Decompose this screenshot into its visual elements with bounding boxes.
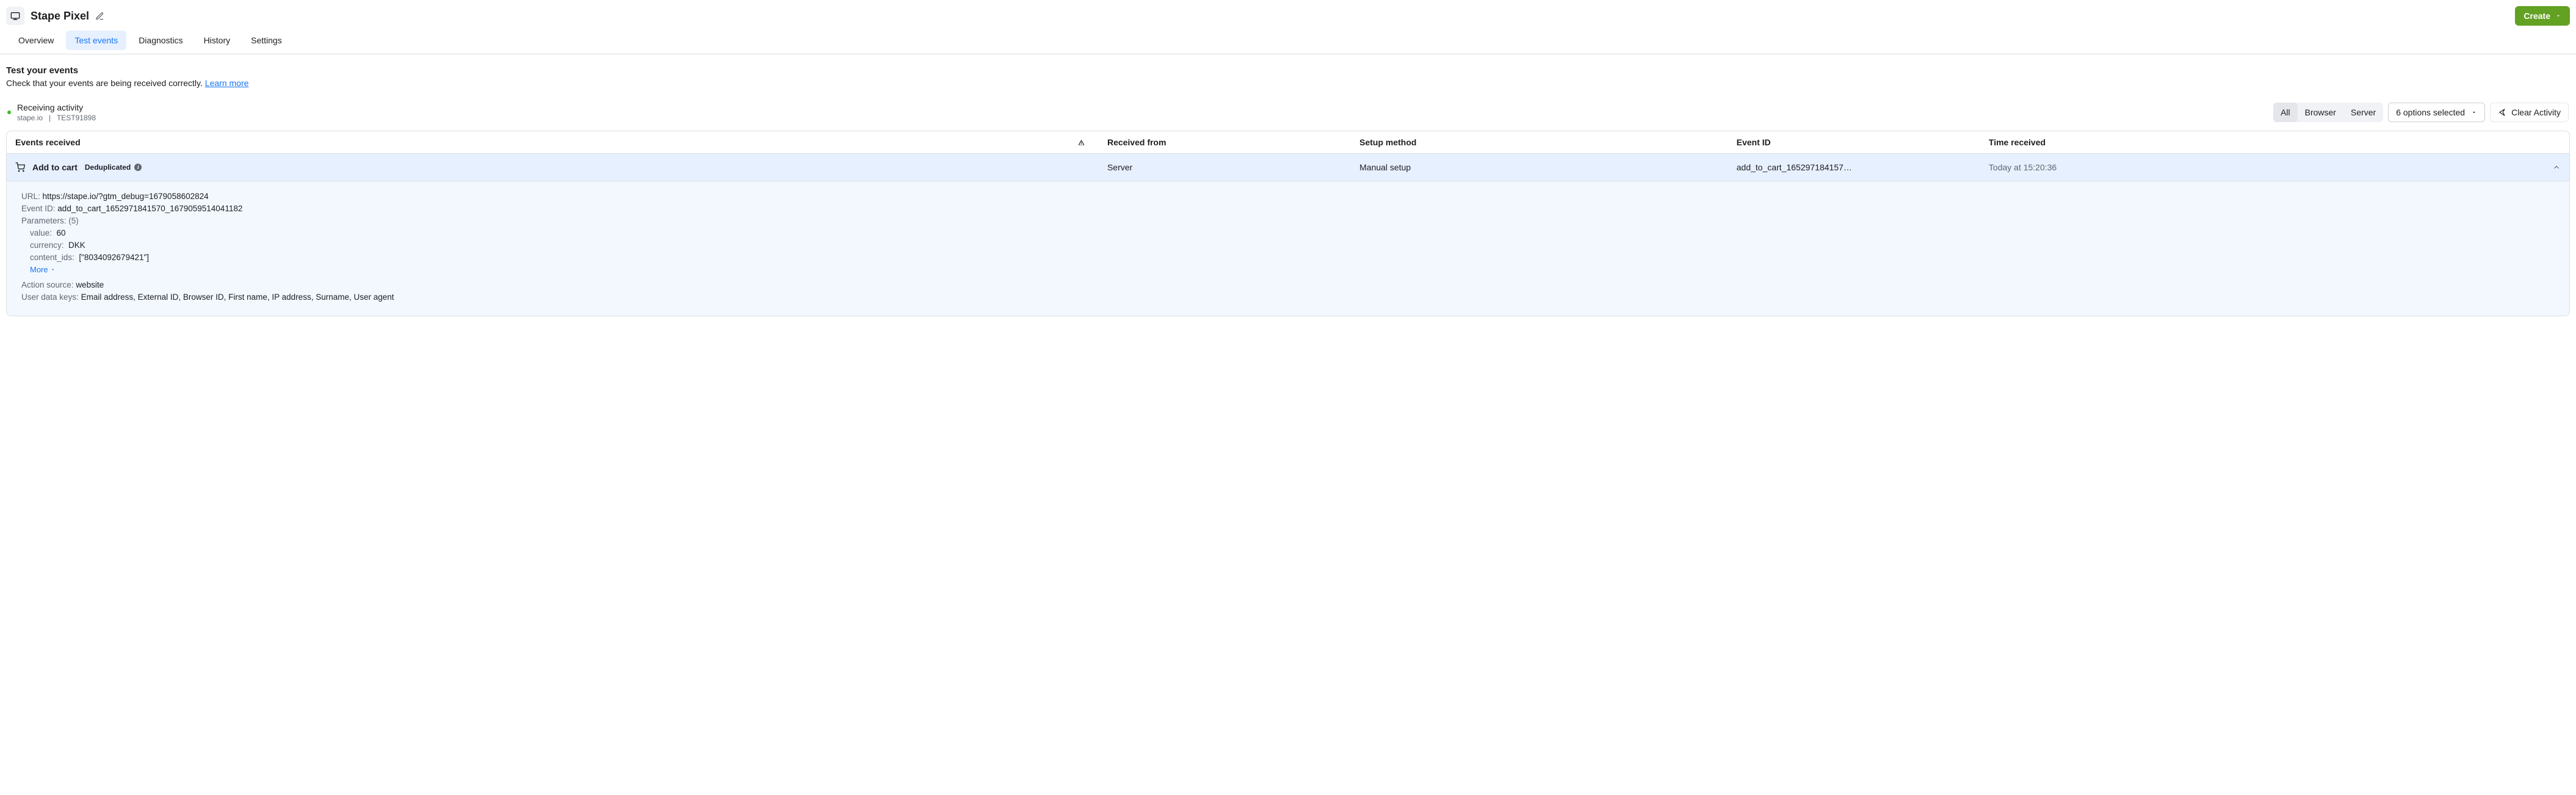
info-icon[interactable]: i (134, 164, 142, 171)
detail-event-id-label: Event ID: (21, 204, 56, 213)
caret-down-icon (2555, 13, 2561, 19)
chevron-up-icon[interactable] (2552, 163, 2561, 172)
filter-all-button[interactable]: All (2273, 103, 2298, 122)
warning-icon (1078, 139, 1085, 146)
activity-test-id: TEST91898 (57, 114, 96, 122)
cell-time-received: Today at 15:20:36 (1989, 162, 2509, 172)
create-button-label: Create (2524, 11, 2550, 21)
detail-user-data-value: Email address, External ID, Browser ID, … (81, 292, 394, 302)
activity-domain: stape.io (17, 114, 43, 122)
event-name: Add to cart (32, 162, 78, 172)
event-row[interactable]: Add to cart Deduplicated i Server Manual… (7, 154, 2569, 181)
more-link-label: More (30, 265, 48, 274)
col-events-received: Events received (15, 137, 1055, 147)
detail-parameters-count: (5) (68, 216, 79, 225)
options-dropdown[interactable]: 6 options selected (2388, 103, 2485, 122)
col-received-from: Received from (1107, 137, 1359, 147)
detail-url-label: URL: (21, 192, 40, 201)
param-value-value: 60 (57, 228, 66, 238)
create-button[interactable]: Create (2515, 6, 2570, 26)
param-value-label: value: (30, 228, 52, 238)
section-description: Check that your events are being receive… (6, 78, 205, 88)
event-details-panel: URL: https://stape.io/?gtm_debug=1679058… (7, 181, 2569, 316)
detail-user-data-label: User data keys: (21, 292, 79, 302)
filter-browser-button[interactable]: Browser (2298, 103, 2343, 122)
status-dot-icon (7, 111, 11, 114)
col-setup-method: Setup method (1359, 137, 1737, 147)
tab-history[interactable]: History (195, 31, 239, 50)
tab-diagnostics[interactable]: Diagnostics (130, 31, 191, 50)
activity-title: Receiving activity (17, 103, 96, 112)
deduplicated-label: Deduplicated (85, 163, 131, 172)
section-title: Test your events (6, 65, 2570, 76)
param-currency-label: currency: (30, 241, 64, 250)
cell-event-id: add_to_cart_165297184157… (1737, 162, 1989, 172)
cart-icon (15, 162, 25, 172)
cell-received-from: Server (1107, 162, 1359, 172)
options-dropdown-label: 6 options selected (2396, 107, 2465, 117)
detail-parameters-label: Parameters: (21, 216, 67, 225)
arrow-icon (2498, 108, 2506, 117)
page-title: Stape Pixel (31, 10, 89, 23)
pixel-icon (6, 7, 24, 25)
clear-activity-label: Clear Activity (2511, 107, 2561, 117)
param-contentids-label: content_ids: (30, 253, 74, 262)
more-link[interactable]: More (30, 265, 2555, 274)
tab-settings[interactable]: Settings (242, 31, 291, 50)
learn-more-link[interactable]: Learn more (205, 78, 249, 88)
cell-setup-method: Manual setup (1359, 162, 1737, 172)
detail-action-source-label: Action source: (21, 280, 74, 289)
activity-separator: | (49, 114, 51, 122)
caret-down-icon (2471, 109, 2477, 115)
detail-url-value: https://stape.io/?gtm_debug=167905860282… (43, 192, 209, 201)
edit-icon[interactable] (95, 12, 104, 21)
filter-server-button[interactable]: Server (2343, 103, 2383, 122)
col-time-received: Time received (1989, 137, 2509, 147)
detail-event-id-value: add_to_cart_1652971841570_16790595140411… (57, 204, 242, 213)
caret-down-icon (50, 267, 56, 272)
clear-activity-button[interactable]: Clear Activity (2490, 103, 2569, 122)
col-event-id: Event ID (1737, 137, 1989, 147)
param-contentids-value: ["8034092679421"] (79, 253, 149, 262)
tab-overview[interactable]: Overview (10, 31, 62, 50)
detail-action-source-value: website (76, 280, 104, 289)
tab-test-events[interactable]: Test events (66, 31, 126, 50)
param-currency-value: DKK (68, 241, 85, 250)
